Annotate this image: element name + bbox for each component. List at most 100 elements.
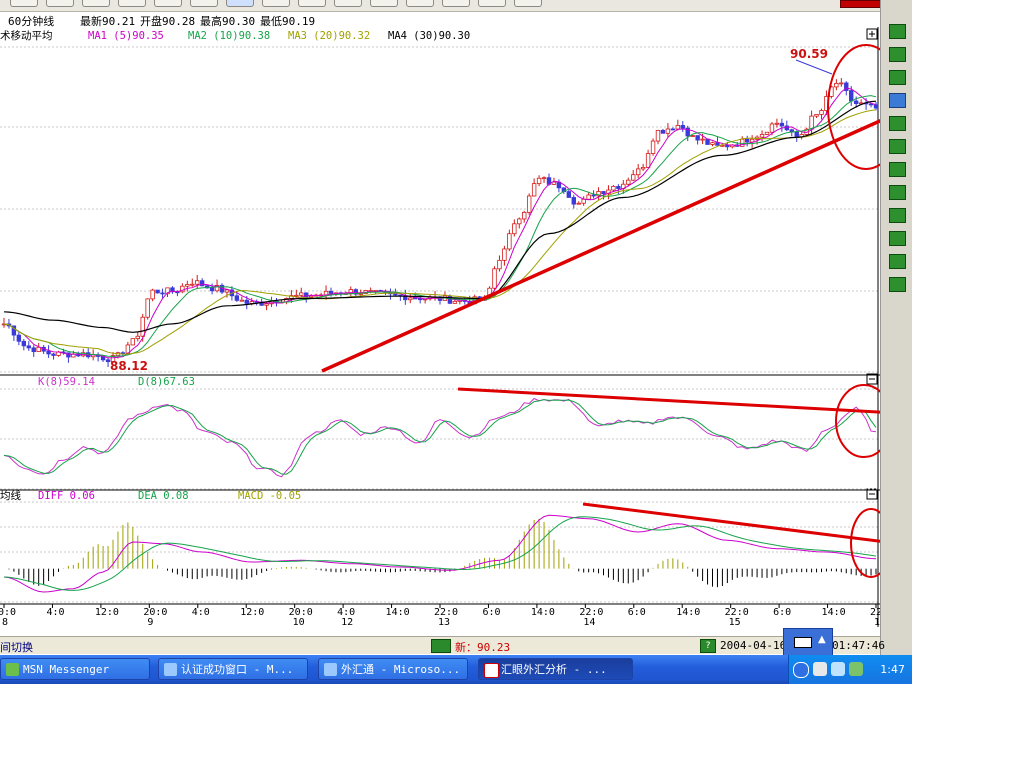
candle-body: [814, 114, 819, 117]
candle-body: [640, 166, 646, 170]
candle-body: [660, 129, 666, 134]
chevron-left-icon[interactable]: [793, 662, 809, 678]
cycle-icon[interactable]: [889, 231, 906, 246]
candle-body: [328, 290, 334, 294]
status-bar: 间切换 新：90.23 ? 2004-04-16 01:47:46: [0, 636, 885, 654]
candle-body: [616, 186, 621, 189]
date-tick-label: 14: [583, 617, 595, 627]
time-tick-label: 6:0: [482, 607, 500, 618]
candle-body: [393, 293, 398, 296]
toolbar-button-active[interactable]: [226, 0, 254, 7]
toolbar-button[interactable]: [10, 0, 38, 7]
toolbar-button[interactable]: [118, 0, 146, 7]
task-waihuitong[interactable]: 外汇通 - Microso...: [318, 658, 468, 680]
pointer-icon[interactable]: [889, 24, 906, 39]
toolbar-button[interactable]: [370, 0, 398, 7]
candle-body: [447, 295, 453, 304]
time-tick-label: 4:0: [192, 607, 210, 618]
box-icon[interactable]: [889, 254, 906, 269]
ma4-legend: MA4 (30)90.30: [388, 30, 470, 42]
candle-body: [46, 350, 51, 355]
channel-icon[interactable]: [889, 139, 906, 154]
chevron-down-icon[interactable]: ▲: [818, 634, 826, 645]
k-line: [3, 397, 877, 478]
task-auth-window[interactable]: 认证成功窗口 - M...: [158, 658, 308, 680]
task-label: 认证成功窗口 - M...: [181, 663, 294, 676]
candlestick-series: [1, 78, 879, 368]
candle-body: [224, 289, 230, 293]
candle-body: [492, 268, 497, 289]
candle-body: [155, 289, 160, 294]
candle-body: [705, 138, 710, 145]
candle-body: [809, 115, 814, 130]
toolbar-button[interactable]: [406, 0, 434, 7]
chart-canvas[interactable]: 术移动平均 MA1 (5)90.35 MA2 (10)90.38 MA3 (20…: [0, 27, 880, 627]
task-label: MSN Messenger: [23, 663, 110, 676]
macd-resistance-line: [582, 502, 880, 543]
line-icon[interactable]: [889, 70, 906, 85]
toolbar-button[interactable]: [298, 0, 326, 7]
network-icon[interactable]: [813, 662, 827, 676]
candle-body: [135, 335, 140, 340]
ray-icon[interactable]: [889, 93, 906, 108]
candle-body: [264, 303, 269, 306]
dea-legend: DEA 0.08: [138, 490, 189, 502]
trend-icon[interactable]: [889, 162, 906, 177]
candle-body: [819, 110, 824, 115]
display-icon[interactable]: [831, 662, 845, 676]
candle-body: [21, 340, 27, 347]
gann-icon[interactable]: [889, 208, 906, 223]
time-tick-label: 6:0: [628, 607, 646, 618]
fib-icon[interactable]: [889, 185, 906, 200]
support-trendline: [321, 118, 880, 373]
ma4-line: [3, 100, 877, 333]
toolbar-button[interactable]: [82, 0, 110, 7]
macd-value-legend: MACD -0.05: [238, 490, 301, 502]
candle-body: [626, 179, 631, 185]
candle-body: [695, 135, 700, 141]
candle-body: [452, 300, 458, 304]
candle-body: [190, 283, 195, 286]
window-close-area[interactable]: [840, 0, 882, 8]
candle-body: [853, 100, 859, 104]
candle-body: [185, 284, 190, 287]
time-tick-label: 12:0: [95, 607, 119, 618]
app-icon: [484, 663, 499, 678]
text-icon[interactable]: [889, 47, 906, 62]
candle-body: [26, 345, 31, 349]
toolbar-button[interactable]: [514, 0, 542, 7]
toolbar-button[interactable]: [46, 0, 74, 7]
toolbar-button[interactable]: [262, 0, 290, 7]
candle-body: [526, 195, 532, 213]
new-price: 新：90.23: [455, 641, 511, 654]
msn-tray-icon[interactable]: [849, 662, 863, 676]
task-msn[interactable]: MSN Messenger: [0, 658, 150, 680]
candle-body: [725, 144, 730, 148]
candle-body: [36, 346, 41, 352]
d-legend: D(8)67.63: [138, 376, 195, 388]
toolbar-button[interactable]: [154, 0, 182, 7]
price-icon: [431, 639, 451, 653]
panel-toggle-price[interactable]: [866, 28, 878, 40]
drawing-toolbar: [880, 0, 912, 655]
candle-body: [150, 289, 155, 300]
candle-body: [759, 134, 765, 138]
msn-icon: [6, 663, 19, 676]
task-huiyan-analysis[interactable]: 汇眼外汇分析 - ...: [478, 658, 633, 680]
toolbar-button[interactable]: [190, 0, 218, 7]
candle-body: [249, 301, 254, 304]
parallel-icon[interactable]: [889, 116, 906, 131]
candle-body: [690, 135, 695, 137]
candle-body: [209, 287, 215, 292]
toolbar-button[interactable]: [442, 0, 470, 7]
toolbar-button[interactable]: [334, 0, 362, 7]
ma3-legend: MA3 (20)90.32: [288, 30, 370, 42]
delete-icon[interactable]: [889, 277, 906, 292]
ime-keyboard-popup[interactable]: ▲: [783, 628, 833, 656]
drawn-annotations: 90.59 88.12: [110, 44, 880, 578]
time-tick-label: 14:0: [531, 607, 555, 618]
toolbar-button[interactable]: [478, 0, 506, 7]
candle-body: [408, 297, 413, 301]
candle-body: [512, 223, 517, 235]
candle-body: [581, 198, 586, 204]
